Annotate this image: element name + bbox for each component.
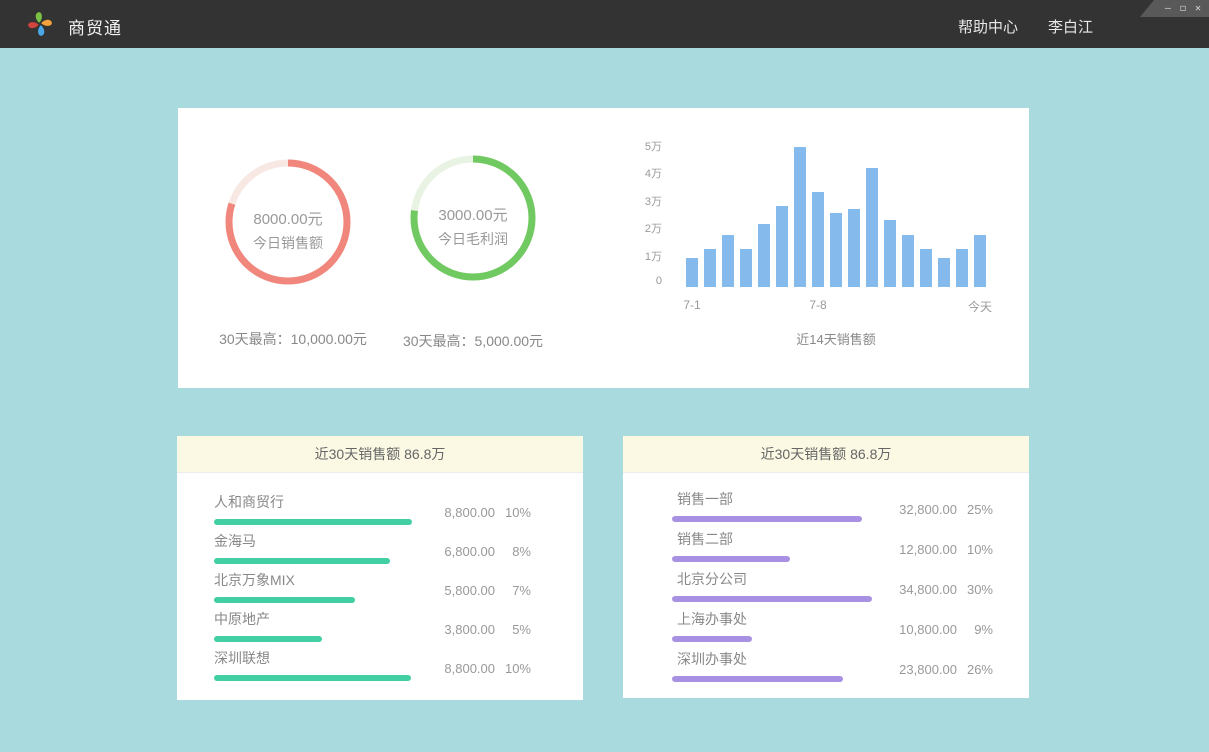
ranking-row-bar [672, 676, 843, 682]
bar [830, 213, 842, 287]
x-tick-label: 7-8 [809, 298, 826, 312]
ranking-row: 深圳办事处23,800.0026% [623, 649, 1029, 689]
department-ranking-rows: 销售一部32,800.0025%销售二部12,800.0010%北京分公司34,… [623, 473, 1029, 689]
bar [704, 249, 716, 287]
bar [812, 192, 824, 287]
ranking-row: 上海办事处10,800.009% [623, 609, 1029, 649]
customer-ranking-card: 近30天销售额 86.8万 人和商贸行8,800.0010%金海马6,800.0… [177, 436, 583, 700]
x-tick-label: 今天 [968, 298, 992, 315]
ranking-row-bar [672, 516, 862, 522]
ranking-row-percent: 7% [495, 583, 531, 598]
customer-ranking-rows: 人和商贸行8,800.0010%金海马6,800.008%北京万象MIX5,80… [177, 473, 583, 687]
bar [956, 249, 968, 287]
ranking-row-percent: 10% [495, 505, 531, 520]
bar [776, 206, 788, 287]
ranking-row-percent: 26% [957, 662, 993, 677]
ranking-row-percent: 5% [495, 622, 531, 637]
ranking-row-bar [672, 556, 790, 562]
ranking-row: 销售一部32,800.0025% [623, 489, 1029, 529]
bar [866, 168, 878, 287]
ranking-row-bar [214, 558, 390, 564]
ranking-row: 人和商贸行8,800.0010% [177, 492, 583, 531]
ranking-row: 深圳联想8,800.0010% [177, 648, 583, 687]
ranking-row-percent: 10% [495, 661, 531, 676]
ranking-row-bar [214, 597, 355, 603]
bar [848, 209, 860, 287]
profit-30d-max: 30天最高：5,000.00元 [383, 331, 563, 351]
bar [974, 235, 986, 287]
ranking-row-bar [214, 519, 412, 525]
customer-ranking-title: 近30天销售额 86.8万 [177, 436, 583, 473]
ranking-row-amount: 34,800.00 [877, 582, 957, 597]
close-icon[interactable]: ✕ [1195, 4, 1201, 14]
ranking-row-percent: 30% [957, 582, 993, 597]
ranking-row-percent: 9% [957, 622, 993, 637]
maximize-icon[interactable]: ◻ [1180, 4, 1186, 14]
bar [920, 249, 932, 287]
ranking-row-percent: 25% [957, 502, 993, 517]
y-tick-label: 0 [622, 275, 662, 287]
app-title: 商贸通 [68, 14, 122, 39]
y-tick-label: 5万 [622, 138, 662, 154]
user-name-link[interactable]: 李白江 [1048, 16, 1093, 37]
bar [938, 258, 950, 287]
bar-series [686, 147, 986, 287]
ranking-row-bar [214, 636, 322, 642]
ranking-row-amount: 8,800.00 [415, 661, 495, 676]
today-profit-label: 今日毛利润 [408, 229, 538, 249]
ranking-row: 北京分公司34,800.0030% [623, 569, 1029, 609]
y-tick-label: 4万 [622, 165, 662, 181]
overview-card: 8000.00元 今日销售额 30天最高：10,000.00元 3000.00元… [178, 108, 1029, 388]
ranking-row-percent: 10% [957, 542, 993, 557]
bar [740, 249, 752, 287]
help-center-link[interactable]: 帮助中心 [958, 16, 1018, 37]
today-sales-value: 8000.00元 [223, 208, 353, 229]
ranking-row-amount: 10,800.00 [877, 622, 957, 637]
bar [722, 235, 734, 287]
bar [758, 224, 770, 287]
app-header: 商贸通 帮助中心 李白江 – ◻ ✕ [0, 0, 1209, 48]
department-ranking-title: 近30天销售额 86.8万 [623, 436, 1029, 473]
today-profit-value: 3000.00元 [408, 204, 538, 225]
ranking-row-amount: 8,800.00 [415, 505, 495, 520]
bar [902, 235, 914, 287]
ranking-row: 销售二部12,800.0010% [623, 529, 1029, 569]
y-tick-label: 2万 [622, 220, 662, 236]
ranking-row-bar [214, 675, 411, 681]
sales-30d-max: 30天最高：10,000.00元 [198, 329, 388, 349]
today-sales-label: 今日销售额 [223, 233, 353, 253]
ranking-row-amount: 32,800.00 [877, 502, 957, 517]
ranking-row: 金海马6,800.008% [177, 531, 583, 570]
ranking-row: 中原地产3,800.005% [177, 609, 583, 648]
department-ranking-card: 近30天销售额 86.8万 销售一部32,800.0025%销售二部12,800… [623, 436, 1029, 698]
ranking-row-amount: 6,800.00 [415, 544, 495, 559]
app-logo-icon [27, 11, 53, 37]
minimize-icon[interactable]: – [1165, 4, 1171, 14]
bar [686, 258, 698, 287]
ranking-row-amount: 23,800.00 [877, 662, 957, 677]
ranking-row-amount: 5,800.00 [415, 583, 495, 598]
window-controls: – ◻ ✕ [1140, 0, 1209, 17]
ranking-row: 北京万象MIX5,800.007% [177, 570, 583, 609]
bar [794, 147, 806, 287]
ranking-row-percent: 8% [495, 544, 531, 559]
x-tick-label: 7-1 [683, 298, 700, 312]
ranking-row-amount: 3,800.00 [415, 622, 495, 637]
ranking-row-bar [672, 636, 752, 642]
bar [884, 220, 896, 287]
y-tick-label: 3万 [622, 193, 662, 209]
ranking-row-amount: 12,800.00 [877, 542, 957, 557]
bar-chart-title: 近14天销售额 [686, 329, 986, 348]
y-tick-label: 1万 [622, 248, 662, 264]
ranking-row-bar [672, 596, 872, 602]
